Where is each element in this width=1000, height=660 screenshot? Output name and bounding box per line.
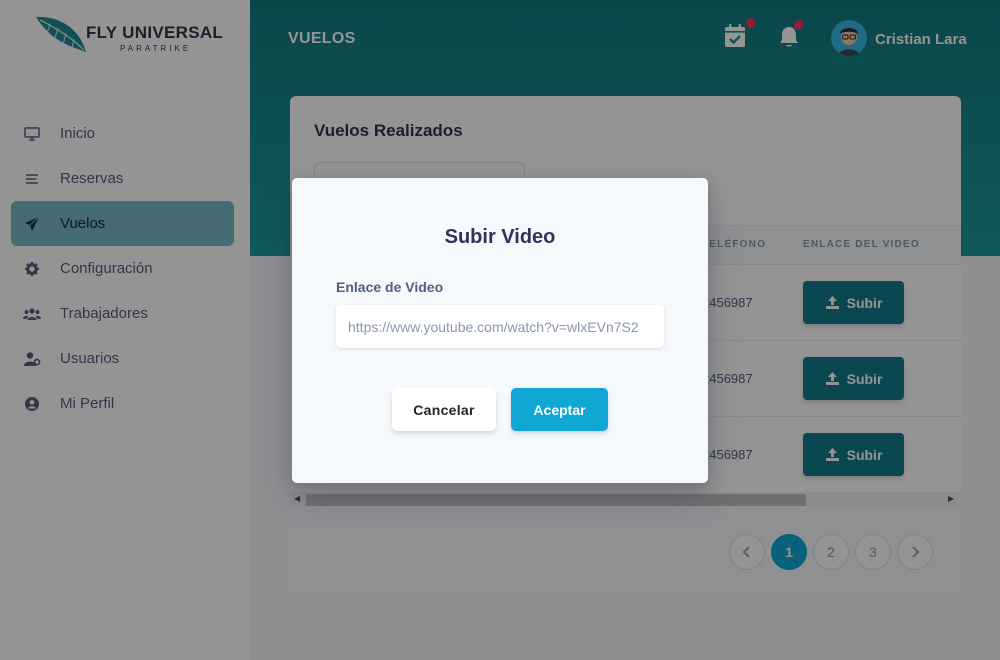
video-link-input[interactable]: [336, 305, 664, 348]
modal-title: Subir Video: [444, 226, 556, 248]
cancel-button[interactable]: Cancelar: [392, 388, 496, 431]
video-link-label: Enlace de Video: [336, 279, 444, 295]
accept-button[interactable]: Aceptar: [511, 388, 608, 431]
upload-video-modal: Subir Video Enlace de Video Cancelar Ace…: [292, 178, 708, 483]
